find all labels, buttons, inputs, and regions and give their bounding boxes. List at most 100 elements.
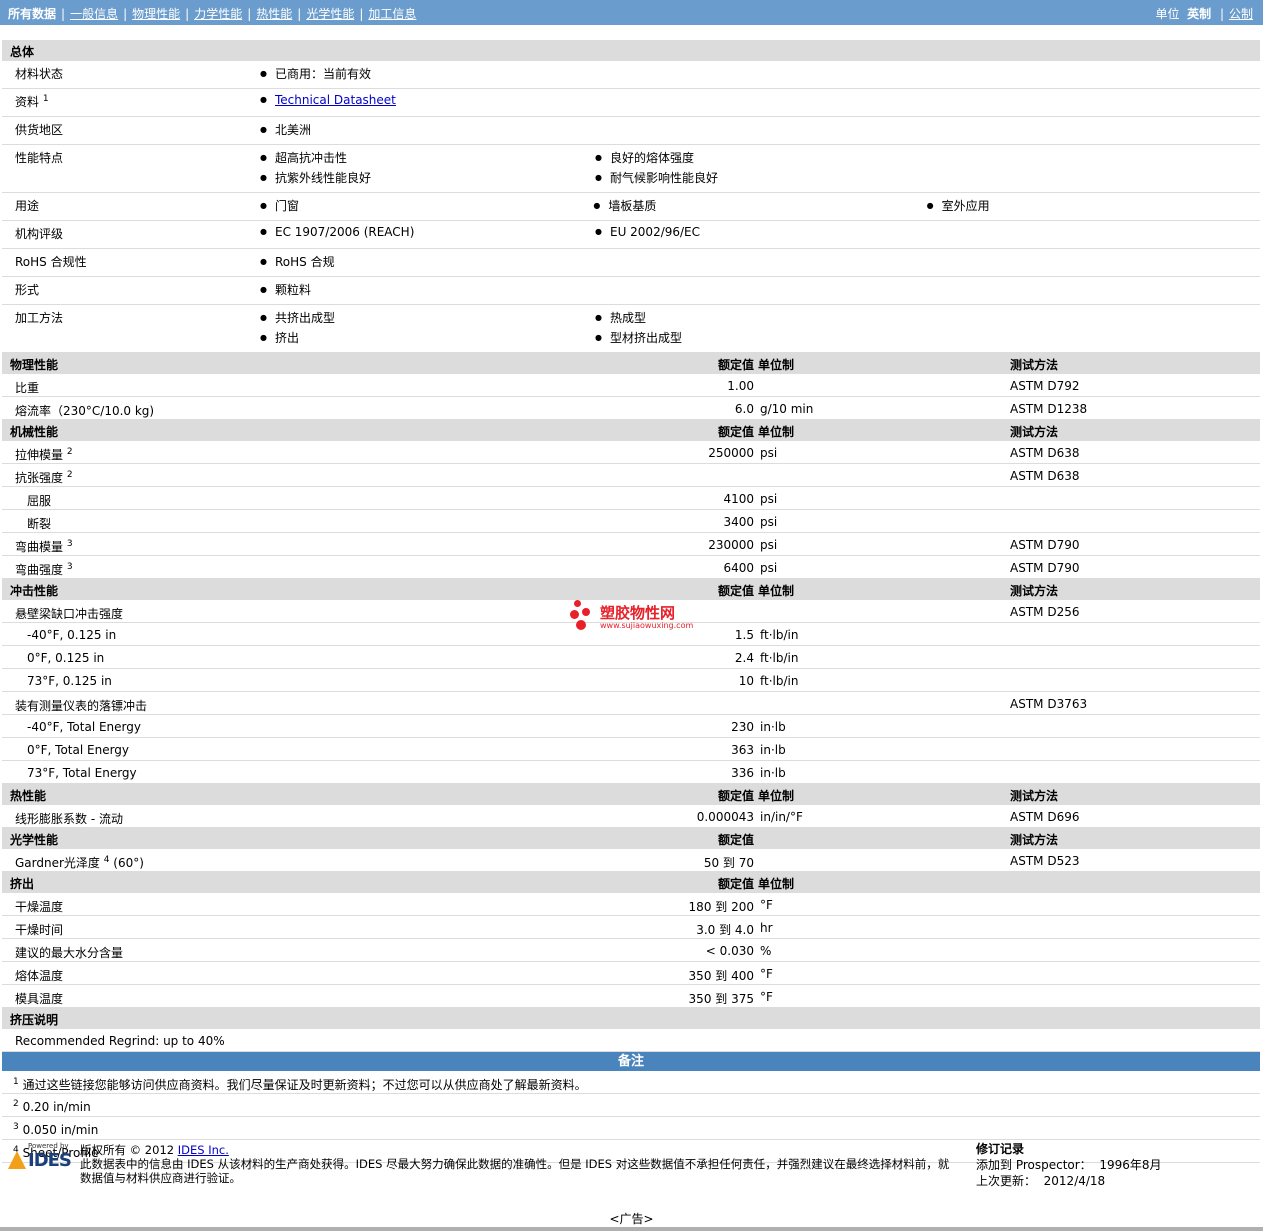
general-row-label: 形式 bbox=[15, 281, 39, 298]
header-method: 测试方法 bbox=[1010, 425, 1059, 439]
disclaimer-text: 此数据表中的信息由 IDES 从该材料的生产商处获得。IDES 尽最大努力确保此… bbox=[80, 1157, 950, 1185]
property-label: 干燥时间 bbox=[15, 921, 63, 938]
property-unit: in·lb bbox=[760, 720, 786, 734]
property-row: 抗张强度 2 ASTM D638 bbox=[2, 464, 1260, 487]
revision-title: 修订记录 bbox=[976, 1142, 1025, 1156]
test-method: ASTM D790 bbox=[1010, 561, 1080, 575]
property-unit: psi bbox=[760, 561, 778, 575]
header-value: 额定值 bbox=[717, 833, 754, 847]
property-row: -40°F, Total Energy 230 in·lb bbox=[2, 715, 1260, 738]
note-content: 通过这些链接您能够访问供应商资料。我们尽量保证及时更新资料；不过您可以从供应商处… bbox=[22, 1078, 587, 1092]
property-label: 0°F, Total Energy bbox=[27, 743, 129, 757]
updated-value: 2012/4/18 bbox=[1043, 1174, 1106, 1188]
label-text: 机构评级 bbox=[15, 227, 64, 241]
footer: Powered by IDES 版权所有 © 2012 IDES Inc. 此数… bbox=[8, 1140, 1258, 1200]
section-title: 热性能 bbox=[10, 789, 47, 803]
section-title: 总体 bbox=[10, 45, 35, 59]
nav-tab[interactable]: 力学性能 bbox=[194, 7, 242, 21]
section-header-extrusion-notes: 挤压说明 bbox=[2, 1008, 1260, 1029]
label-text: 形式 bbox=[15, 283, 40, 297]
test-method: ASTM D3763 bbox=[1010, 697, 1088, 711]
note-row: 3 0.050 in/min bbox=[2, 1117, 1260, 1140]
datasheet-link[interactable]: Technical Datasheet bbox=[275, 93, 396, 107]
property-row: 建议的最大水分含量 < 0.030% bbox=[2, 939, 1260, 962]
section-header: 机械性能 额定值 单位制 测试方法 bbox=[2, 420, 1260, 441]
header-value: 额定值 bbox=[717, 358, 754, 372]
property-row: 拉伸模量 2 250000 psi ASTM D638 bbox=[2, 441, 1260, 464]
property-unit: psi bbox=[760, 515, 778, 529]
value-item: 型材挤出成型 bbox=[595, 329, 930, 349]
nav-tab[interactable]: 一般信息 bbox=[70, 7, 118, 21]
ides-swoosh-icon bbox=[8, 1151, 26, 1169]
property-value: 250000 bbox=[708, 446, 754, 460]
label-text: -40°F, Total Energy bbox=[27, 720, 141, 734]
value-line: 挤出型材挤出成型 bbox=[260, 329, 1260, 349]
value-item: 室外应用 bbox=[927, 197, 1260, 217]
property-unit: psi bbox=[760, 538, 778, 552]
general-row: 性能特点超高抗冲击性良好的熔体强度抗紫外线性能良好耐气候影响性能良好 bbox=[2, 145, 1260, 193]
header-unit: 单位制 bbox=[758, 425, 795, 439]
label-text: 干燥温度 bbox=[15, 900, 64, 914]
property-row: 断裂 3400 psi bbox=[2, 510, 1260, 533]
value-line: 共挤出成型热成型 bbox=[260, 309, 1260, 329]
nav-tab[interactable]: 光学性能 bbox=[306, 7, 354, 21]
section-title: 冲击性能 bbox=[10, 584, 59, 598]
property-row: 模具温度 350 到 375 °F bbox=[2, 985, 1260, 1008]
property-label: 抗张强度 2 bbox=[15, 469, 73, 486]
ides-company-link[interactable]: IDES Inc. bbox=[178, 1143, 229, 1157]
nav-tab[interactable]: 所有数据 bbox=[8, 7, 56, 21]
test-method: ASTM D523 bbox=[1010, 854, 1080, 868]
extrusion-note-row: Recommended Regrind: up to 40% bbox=[2, 1029, 1260, 1052]
value-item: Technical Datasheet bbox=[260, 93, 595, 113]
label-text: 资料 bbox=[15, 95, 40, 109]
value-item: 耐气候影响性能良好 bbox=[595, 169, 930, 189]
note-text: 1 通过这些链接您能够访问供应商资料。我们尽量保证及时更新资料；不过您可以从供应… bbox=[13, 1076, 587, 1093]
bottom-scrollbar[interactable] bbox=[0, 1227, 1263, 1231]
ides-logo[interactable]: Powered by IDES bbox=[8, 1142, 72, 1172]
property-row: 装有测量仪表的落镖冲击 ASTM D3763 bbox=[2, 692, 1260, 715]
label-text: 73°F, Total Energy bbox=[27, 766, 137, 780]
unit-metric-link[interactable]: 公制 bbox=[1229, 7, 1253, 21]
test-method: ASTM D256 bbox=[1010, 605, 1080, 619]
value-item: 良好的熔体强度 bbox=[595, 149, 930, 169]
property-label: 比重 bbox=[15, 379, 39, 396]
property-unit: hr bbox=[760, 921, 773, 935]
general-row-label: 用途 bbox=[15, 197, 39, 214]
property-label: 断裂 bbox=[27, 515, 51, 532]
section-header: 光学性能 额定值 测试方法 bbox=[2, 828, 1260, 849]
label-text: 熔流率（230°C/10.0 kg) bbox=[15, 404, 155, 418]
header-method: 测试方法 bbox=[1010, 584, 1059, 598]
header-value: 额定值 bbox=[717, 584, 754, 598]
ad-placeholder: <广告> bbox=[609, 1212, 654, 1226]
property-label: 干燥温度 bbox=[15, 898, 63, 915]
property-label: 线形膨胀系数 - 流动 bbox=[15, 810, 123, 827]
property-unit: % bbox=[760, 944, 772, 958]
property-unit: °F bbox=[760, 990, 773, 1004]
property-row: 73°F, 0.125 in 10 ft·lb/in bbox=[2, 669, 1260, 692]
property-unit: ft·lb/in bbox=[760, 674, 799, 688]
note-text: 3 0.050 in/min bbox=[13, 1122, 98, 1137]
general-row: 资料 1 Technical Datasheet bbox=[2, 89, 1260, 117]
label-text: -40°F, 0.125 in bbox=[27, 628, 117, 642]
property-unit: °F bbox=[760, 898, 773, 912]
property-label: -40°F, Total Energy bbox=[27, 720, 141, 734]
extrusion-note-text: Recommended Regrind: up to 40% bbox=[15, 1034, 225, 1048]
value-line: 抗紫外线性能良好耐气候影响性能良好 bbox=[260, 169, 1260, 189]
unit-switcher: 单位 英制 | 公制 bbox=[1155, 7, 1253, 21]
property-row: 比重 1.00 ASTM D792 bbox=[2, 374, 1260, 397]
header-unit: 单位制 bbox=[758, 789, 795, 803]
nav-tab[interactable]: 热性能 bbox=[256, 7, 292, 21]
property-row: 0°F, 0.125 in 2.4 ft·lb/in bbox=[2, 646, 1260, 669]
general-row-label: 加工方法 bbox=[15, 309, 63, 326]
general-row: RoHS 合规性 RoHS 合规 bbox=[2, 249, 1260, 277]
nav-tab[interactable]: 加工信息 bbox=[368, 7, 416, 21]
powered-by-text: Powered by bbox=[28, 1142, 69, 1150]
label-text: 比重 bbox=[15, 381, 40, 395]
nav-separator: | bbox=[123, 7, 128, 21]
test-method: ASTM D638 bbox=[1010, 469, 1080, 483]
value-line: 北美洲 bbox=[260, 121, 1260, 141]
general-row-values: 共挤出成型热成型挤出型材挤出成型 bbox=[2, 305, 1260, 352]
nav-tab[interactable]: 物理性能 bbox=[132, 7, 180, 21]
section-title: 挤压说明 bbox=[10, 1013, 59, 1027]
label-text: 线形膨胀系数 - 流动 bbox=[15, 812, 123, 826]
